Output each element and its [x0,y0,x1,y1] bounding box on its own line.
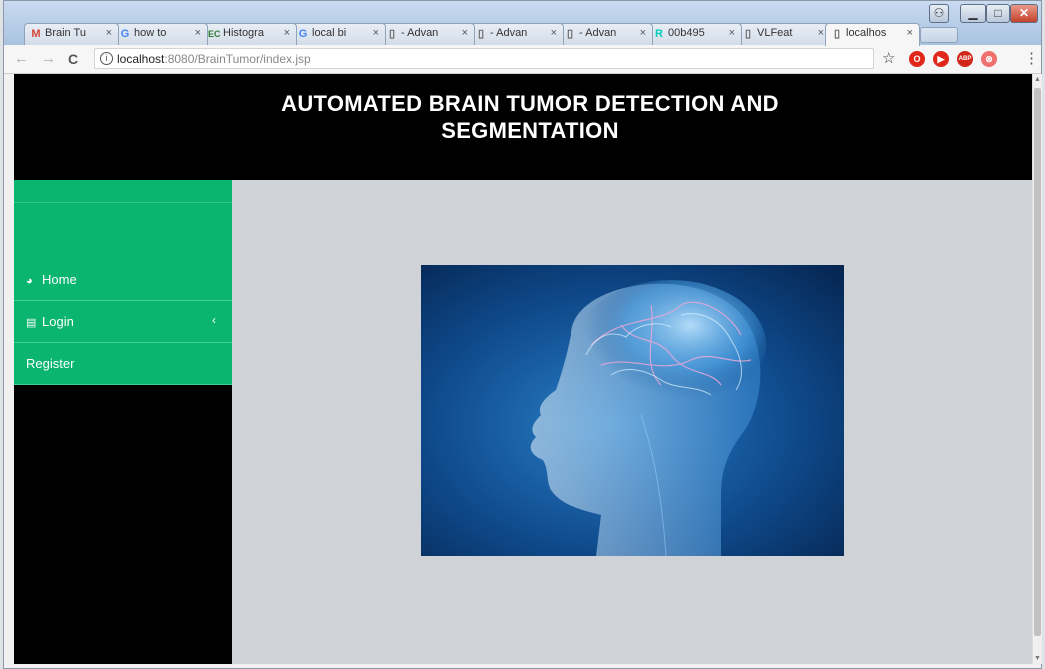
page-icon: ▯ [833,28,841,40]
close-tab-icon[interactable]: × [818,27,824,39]
url-text[interactable]: localhost:8080/BrainTumor/index.jsp [117,52,311,66]
reload-button[interactable]: C [68,50,78,68]
bookmark-star-icon[interactable]: ☆ [882,50,895,68]
video-icon[interactable]: ▶ [933,51,949,67]
sidebar-item-label: Home [42,272,77,287]
browser-tab[interactable]: ▯ - Advan × [380,23,475,45]
tab-label: how to [134,27,167,39]
tab-label: - Advan [401,27,439,39]
browser-tab[interactable]: ▯ - Advan × [558,23,653,45]
address-toolbar: ← → C i localhost:8080/BrainTumor/index.… [4,45,1041,74]
scroll-down-icon[interactable]: ▼ [1033,655,1042,662]
url-path: :8080/BrainTumor/index.jsp [164,52,311,66]
page-icon: ▯ [744,28,752,40]
page-icon: ▯ [388,28,396,40]
page-header: AUTOMATED BRAIN TUMOR DETECTION AND SEGM… [14,74,1032,180]
browser-tab[interactable]: Glocal bi × [291,23,386,45]
close-tab-icon[interactable]: × [284,27,290,39]
sidebar: ◕ Home ▤ Login ‹ Register [14,180,232,664]
forward-button[interactable]: → [41,50,56,68]
user-icon[interactable]: ⚇ [929,4,949,23]
dashboard-icon: ◕ [26,275,33,287]
tab-label: - Advan [579,27,617,39]
blocker-icon[interactable]: ⊗ [981,51,997,67]
page-icon: ▯ [566,28,574,40]
browser-window: ▯ localhos × ▯ VLFeat × R 00b495 × ▯ - Advan × ▯ - Ad… [3,0,1042,669]
sidebar-item-label: Register [26,356,75,371]
browser-tab[interactable]: ▯ localhos × [825,23,920,46]
chrome-menu-icon[interactable]: ⋮ [1024,50,1039,68]
tab-label: VLFeat [757,27,793,39]
address-bar[interactable]: i localhost:8080/BrainTumor/index.jsp [94,48,874,69]
sidebar-item-label: Login [42,314,74,329]
tab-label: 00b495 [668,27,705,39]
browser-tab[interactable]: M Brain Tu × [24,23,119,45]
head-brain-graphic [530,280,766,556]
back-button[interactable]: ← [14,50,29,68]
close-tab-icon[interactable]: × [106,27,112,39]
tab-label: Brain Tu [45,27,86,39]
researchgate-icon: R [655,28,663,40]
brain-illustration [421,265,844,556]
close-tab-icon[interactable]: × [462,27,468,39]
minimize-button[interactable]: ▁ [960,4,986,23]
browser-tab[interactable]: ▯ - Advan × [469,23,564,45]
tab-label: localhos [846,27,887,39]
sidebar-spacer [14,203,232,259]
page-title-line1: AUTOMATED BRAIN TUMOR DETECTION AND [281,91,779,116]
browser-tab[interactable]: R 00b495 × [647,23,742,45]
page-viewport: AUTOMATED BRAIN TUMOR DETECTION AND SEGM… [14,74,1032,664]
close-tab-icon[interactable]: × [729,27,735,39]
browser-tab[interactable]: Ghow to × [113,23,208,45]
close-tab-icon[interactable]: × [551,27,557,39]
tab-label: - Advan [490,27,528,39]
sidebar-top-bar [14,180,232,203]
new-tab-button[interactable] [920,27,958,43]
page-scrollbar[interactable]: ▲ ▼ [1032,74,1042,664]
sidebar-item-home[interactable]: ◕ Home [14,259,232,301]
sidebar-item-register[interactable]: Register [14,343,232,385]
sidebar-item-login[interactable]: ▤ Login ‹ [14,301,232,343]
opera-icon[interactable]: O [909,51,925,67]
url-host: localhost [117,52,165,66]
page-icon: ▯ [477,28,485,40]
browser-tab[interactable]: ▯ VLFeat × [736,23,831,45]
google-icon: G [298,28,308,40]
tab-label: local bi [312,27,347,39]
tab-strip: ▯ localhos × ▯ VLFeat × R 00b495 × ▯ - Advan × ▯ - Ad… [4,1,1041,46]
info-icon[interactable]: i [100,52,113,65]
scroll-up-icon[interactable]: ▲ [1033,76,1042,83]
page-title-line2: SEGMENTATION [441,118,619,143]
maximize-button[interactable]: □ [986,4,1010,23]
close-window-button[interactable]: ✕ [1010,4,1038,23]
abp-icon[interactable]: ABP [957,51,973,67]
brain-shape [576,280,766,410]
close-tab-icon[interactable]: × [373,27,379,39]
chevron-left-icon: ‹ [212,313,216,327]
google-icon: G [120,28,130,40]
close-tab-icon[interactable]: × [195,27,201,39]
close-tab-icon[interactable]: × [907,27,913,39]
scroll-thumb[interactable] [1034,88,1041,636]
gmail-icon: M [31,28,41,40]
browser-tab[interactable]: EC Histogra × [202,23,297,45]
ec-icon: EC [208,29,221,39]
card-icon: ▤ [26,317,37,329]
page-title: AUTOMATED BRAIN TUMOR DETECTION AND SEGM… [224,90,836,144]
tab-label: Histogra [223,27,264,39]
close-tab-icon[interactable]: × [640,27,646,39]
